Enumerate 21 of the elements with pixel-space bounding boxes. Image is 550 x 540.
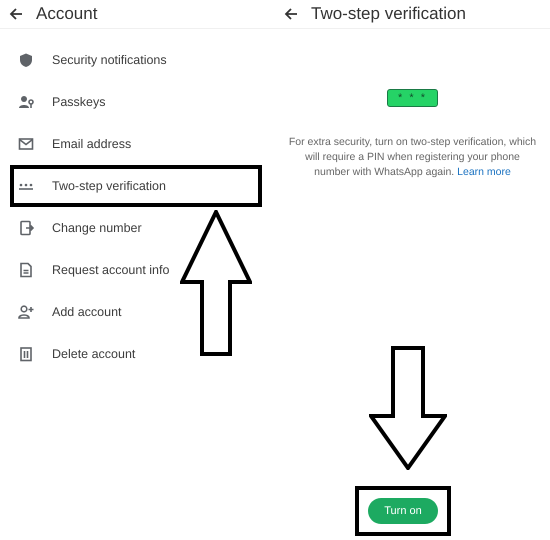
document-icon	[18, 262, 34, 278]
menu-item[interactable]: Security notifications	[10, 39, 262, 81]
screen-title: Account	[36, 4, 98, 24]
shield-icon	[18, 52, 34, 68]
back-icon[interactable]	[283, 6, 299, 22]
menu-item[interactable]: Email address	[10, 123, 262, 165]
screen-title: Two-step verification	[311, 4, 466, 24]
back-icon[interactable]	[8, 6, 24, 22]
menu-item[interactable]: Passkeys	[10, 81, 262, 123]
learn-more-link[interactable]: Learn more	[457, 166, 511, 178]
person-add-icon	[18, 304, 34, 320]
trash-icon	[18, 346, 34, 362]
menu-item[interactable]: Add account	[10, 291, 262, 333]
menu-item[interactable]: Delete account	[10, 333, 262, 375]
menu-item[interactable]: Change number	[10, 207, 262, 249]
person-key-icon	[18, 94, 34, 110]
menu-item[interactable]: Two-step verification	[10, 165, 262, 207]
menu-item[interactable]: Request account info	[10, 249, 262, 291]
description: For extra security, turn on two-step verification, which will require a PIN when registering your phone number with WhatsApp again. Learn more	[288, 135, 538, 180]
envelope-icon	[18, 136, 34, 152]
pin-badge: * * *	[387, 89, 438, 107]
